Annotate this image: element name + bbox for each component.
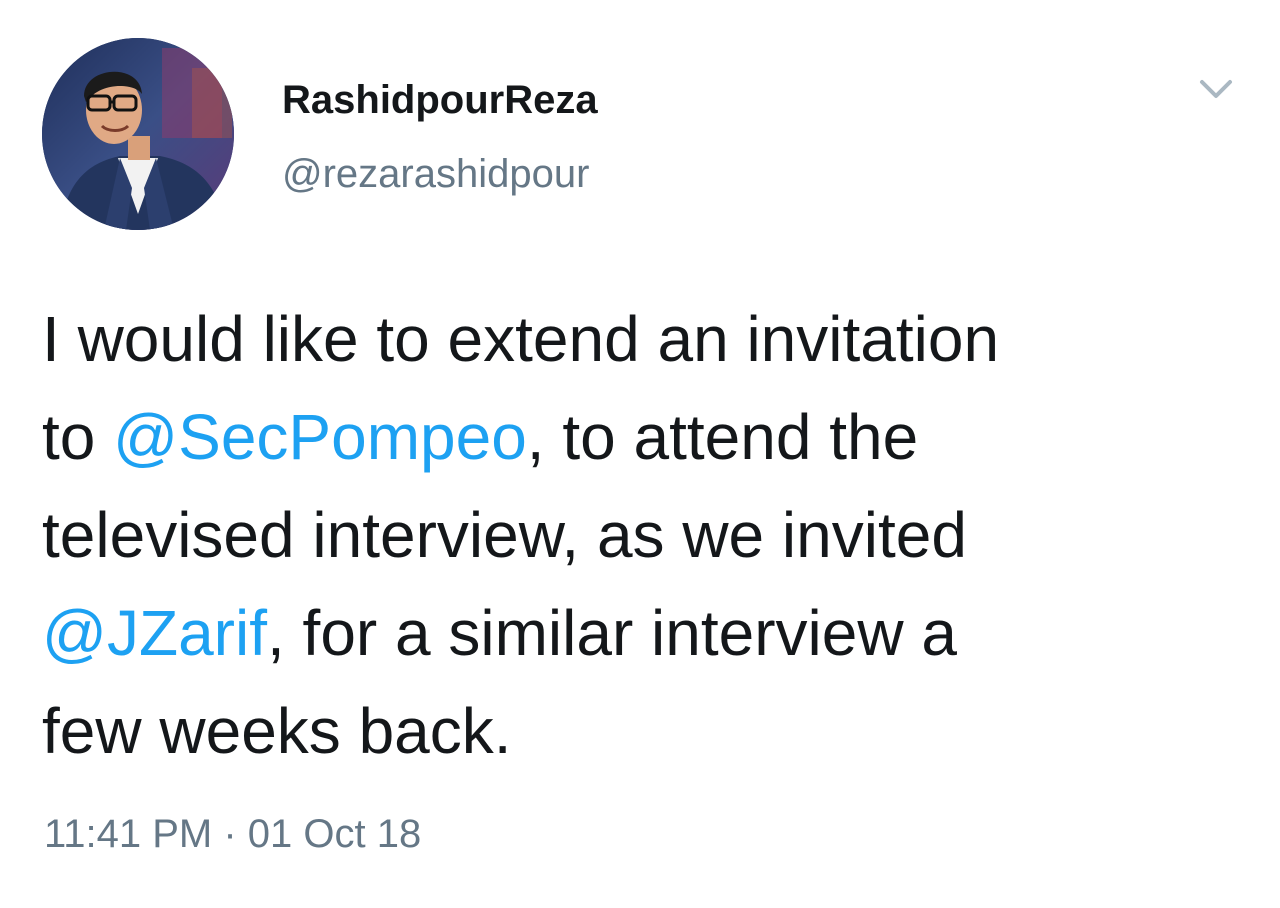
- tweet-text-line: to @SecPompeo, to attend the: [42, 388, 1242, 486]
- author-display-name[interactable]: RashidpourReza: [282, 74, 598, 126]
- tweet-timestamp[interactable]: 11:41 PM · 01 Oct 18: [44, 808, 421, 860]
- mention-link-secpompeo[interactable]: @SecPompeo: [113, 401, 527, 473]
- tweet-text-fragment: , to attend the: [526, 401, 919, 473]
- avatar[interactable]: [42, 38, 234, 230]
- tweet-text-fragment: , for a similar interview a: [266, 597, 957, 669]
- tweet-menu-button[interactable]: [1192, 70, 1240, 110]
- mention-link-jzarif[interactable]: @JZarif: [42, 597, 267, 669]
- tweet-text-line: @JZarif, for a similar interview a: [42, 584, 1242, 682]
- tweet-card: RashidpourReza @rezarashidpour I would l…: [0, 0, 1280, 908]
- chevron-down-icon: [1200, 80, 1232, 98]
- tweet-text-line: I would like to extend an invitation: [42, 303, 1000, 375]
- tweet-text-line: televised interview, as we invited: [42, 499, 967, 571]
- avatar-image: [42, 38, 234, 230]
- tweet-text: I would like to extend an invitation to …: [42, 290, 1242, 780]
- author-handle[interactable]: @rezarashidpour: [282, 148, 589, 200]
- tweet-text-line: few weeks back.: [42, 695, 512, 767]
- tweet-text-fragment: to: [42, 401, 114, 473]
